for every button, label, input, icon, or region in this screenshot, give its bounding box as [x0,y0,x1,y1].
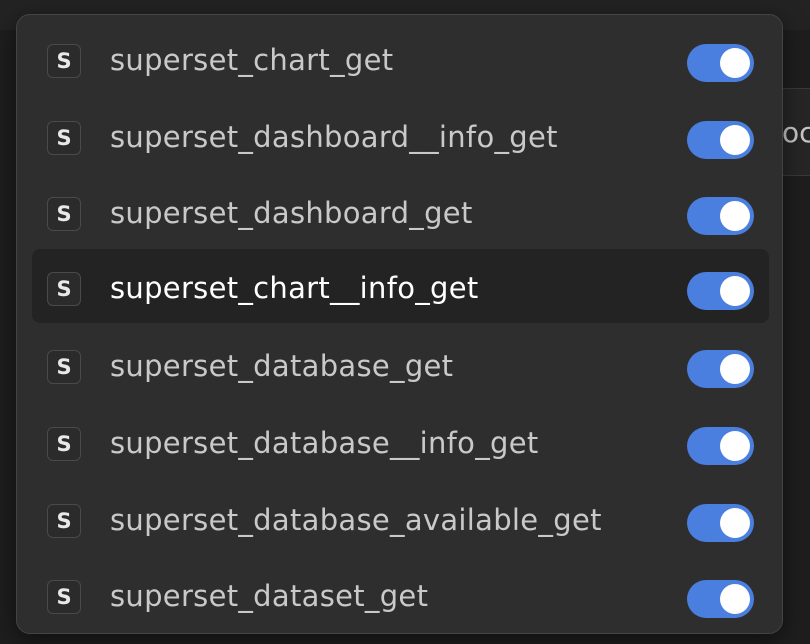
menu-item-label: superset_database_available_get [110,503,602,537]
menu-item-superset-database-available-get[interactable]: S superset_database_available_get [32,481,769,555]
menu-item-superset-chart-get[interactable]: S superset_chart_get [32,21,769,95]
server-badge-icon: S [47,44,81,78]
toggle-knob [720,48,750,78]
enable-toggle[interactable] [687,504,754,542]
server-badge-icon: S [47,427,81,461]
enable-toggle[interactable] [687,272,754,310]
server-badge-icon: S [47,350,81,384]
enable-toggle[interactable] [687,427,754,465]
enable-toggle[interactable] [687,197,754,235]
toggle-knob [720,584,750,614]
server-badge-icon: S [47,580,81,614]
toggle-knob [720,276,750,306]
server-badge-icon: S [47,197,81,231]
server-badge-icon: S [47,272,81,306]
menu-item-superset-dashboard-get[interactable]: S superset_dashboard_get [32,174,769,248]
toggle-knob [720,508,750,538]
menu-item-label: superset_dashboard__info_get [110,120,558,154]
toggle-knob [720,431,750,461]
toggle-knob [720,354,750,384]
menu-item-superset-dataset-get[interactable]: S superset_dataset_get [32,557,769,631]
menu-item-superset-database-get[interactable]: S superset_database_get [32,327,769,401]
server-badge-icon: S [47,504,81,538]
toggle-knob [720,201,750,231]
menu-item-superset-dashboard-info-get[interactable]: S superset_dashboard__info_get [32,98,769,172]
toggle-knob [720,125,750,155]
enable-toggle[interactable] [687,44,754,82]
menu-item-superset-chart-info-get[interactable]: S superset_chart__info_get [32,249,769,323]
enable-toggle[interactable] [687,121,754,159]
menu-item-label: superset_database_get [110,349,454,383]
server-badge-icon: S [47,121,81,155]
menu-item-label: superset_dashboard_get [110,196,473,230]
menu-item-label: superset_dataset_get [110,579,429,613]
menu-item-label: superset_chart__info_get [110,271,479,305]
menu-item-label: superset_chart_get [110,43,394,77]
menu-item-superset-database-info-get[interactable]: S superset_database__info_get [32,404,769,478]
enable-toggle[interactable] [687,350,754,388]
enable-toggle[interactable] [687,580,754,618]
menu-item-label: superset_database__info_get [110,426,539,460]
tools-dropdown-menu: S superset_chart_get S superset_dashboar… [16,14,783,634]
backdrop-partial-text: oc [782,116,810,149]
